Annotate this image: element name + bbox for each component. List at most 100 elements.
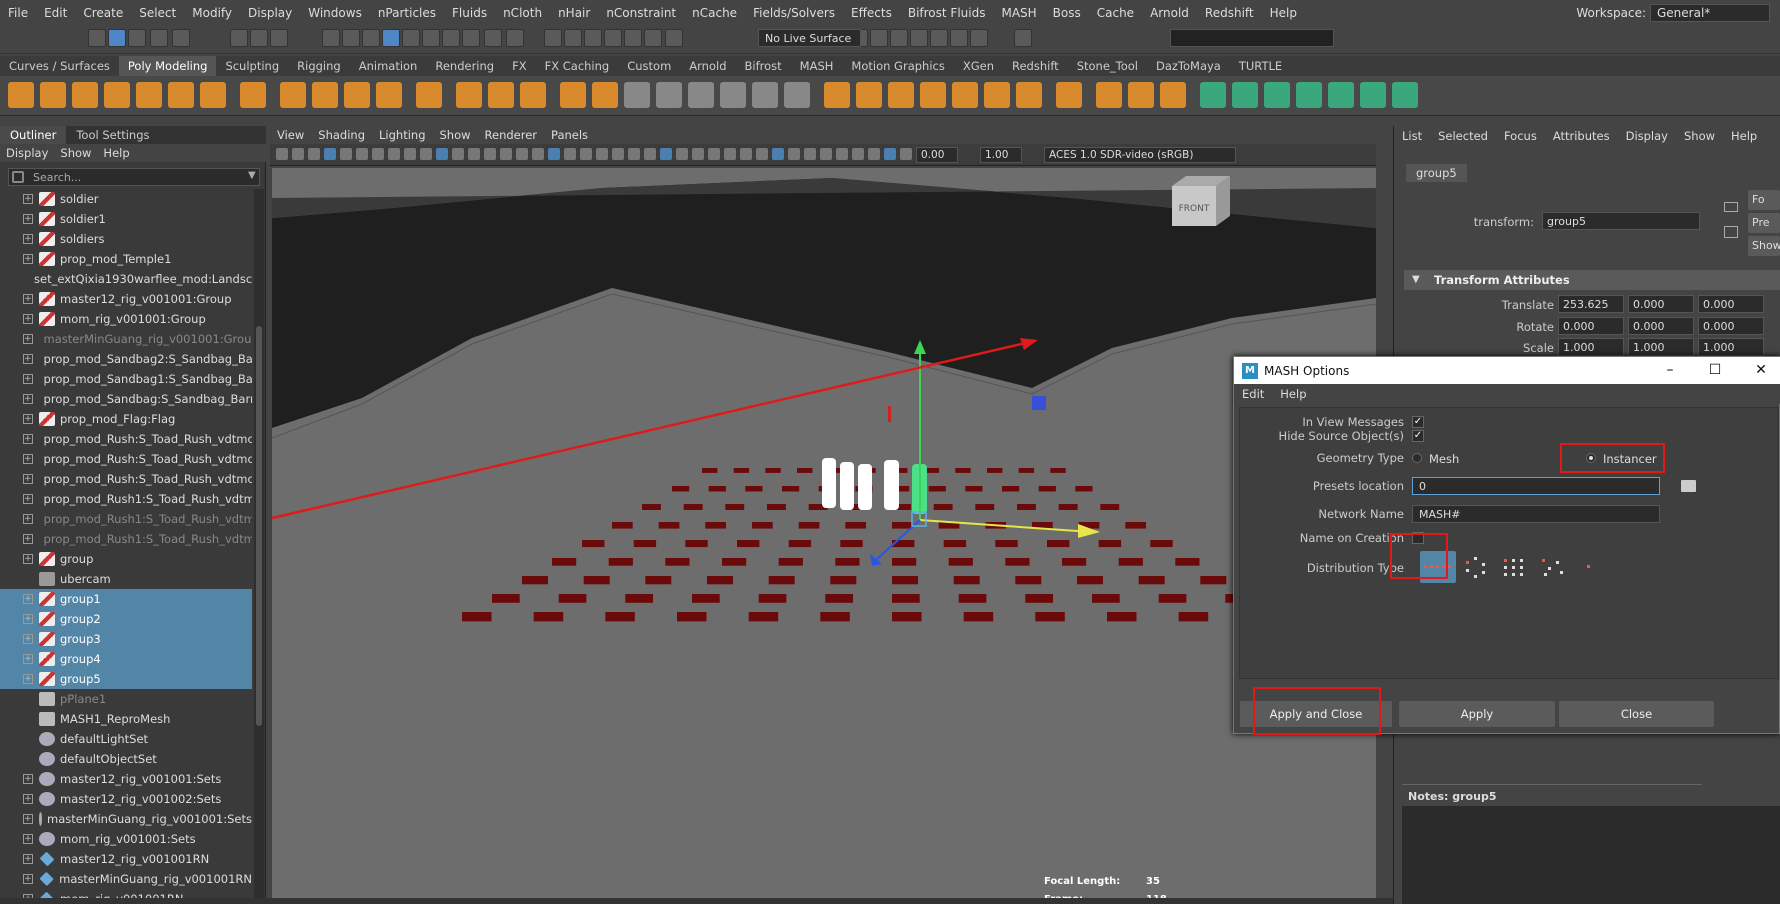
scale-y-field[interactable]: 1.000	[1628, 338, 1694, 356]
menu-nhair[interactable]: nHair	[550, 6, 598, 20]
shelf-tool-icon[interactable]	[520, 82, 546, 108]
viewport-tool-icon[interactable]	[612, 148, 624, 160]
expand-icon[interactable]: +	[23, 594, 33, 604]
status-tool-icon[interactable]	[402, 29, 420, 47]
status-tool-icon[interactable]	[322, 29, 340, 47]
status-tool-icon[interactable]	[644, 29, 662, 47]
shelf-tool-icon[interactable]	[1128, 82, 1154, 108]
outliner-item[interactable]: + group1	[0, 589, 252, 609]
viewport-tool-icon[interactable]	[516, 148, 528, 160]
status-tool-icon[interactable]	[544, 29, 562, 47]
distribution-grid-icon[interactable]	[1496, 551, 1532, 583]
viewport-tool-icon[interactable]	[580, 148, 592, 160]
status-tool-icon[interactable]	[970, 29, 988, 47]
ae-menu-show[interactable]: Show	[1676, 126, 1723, 146]
outliner-item[interactable]: pPlane1	[0, 689, 252, 709]
status-tool-icon[interactable]	[250, 29, 268, 47]
show-button[interactable]: Show	[1748, 236, 1780, 256]
menu-bifrost-fluids[interactable]: Bifrost Fluids	[900, 6, 994, 20]
tab-outliner[interactable]: Outliner	[0, 126, 67, 144]
viewport-tool-icon[interactable]	[740, 148, 752, 160]
viewport-tool-icon[interactable]	[596, 148, 608, 160]
shelf-tab-sculpting[interactable]: Sculpting	[216, 56, 288, 76]
outliner-menu-display[interactable]: Display	[0, 144, 54, 162]
outliner-item[interactable]: + group4	[0, 649, 252, 669]
shelf-tool-icon[interactable]	[136, 82, 162, 108]
outliner-item[interactable]: + master12_rig_v001001:Sets	[0, 769, 252, 789]
outliner-item[interactable]: + mom_rig_v001001:Sets	[0, 829, 252, 849]
shelf-tab-curves-surfaces[interactable]: Curves / Surfaces	[0, 56, 119, 76]
distribution-scatter-icon[interactable]	[1534, 551, 1570, 583]
outliner-item[interactable]: + prop_mod_Rush1:S_Toad_Rush_vdtmc	[0, 509, 252, 529]
viewport-tool-icon[interactable]	[676, 148, 688, 160]
expand-icon[interactable]: +	[23, 614, 33, 624]
outliner-item[interactable]: + soldiers	[0, 229, 252, 249]
apply-button[interactable]: Apply	[1399, 701, 1555, 727]
shelf-tab-custom[interactable]: Custom	[618, 56, 680, 76]
presets-location-input[interactable]: 0	[1412, 477, 1660, 495]
outliner-item[interactable]: + master12_rig_v001001:Group	[0, 289, 252, 309]
shelf-tool-icon[interactable]	[720, 82, 746, 108]
light-locator[interactable]	[1032, 396, 1046, 410]
menu-nparticles[interactable]: nParticles	[370, 6, 444, 20]
viewport-menu-view[interactable]: View	[270, 126, 311, 144]
shelf-tool-icon[interactable]	[920, 82, 946, 108]
outliner-item[interactable]: + prop_mod_Sandbag1:S_Sandbag_Barr	[0, 369, 252, 389]
status-tool-icon[interactable]	[128, 29, 146, 47]
shelf-tool-icon[interactable]	[344, 82, 370, 108]
viewport-tool-icon[interactable]	[756, 148, 768, 160]
outliner-item[interactable]: + prop_mod_Sandbag2:S_Sandbag_Barr	[0, 349, 252, 369]
transform-name-field[interactable]: group5	[1542, 212, 1700, 230]
node-tab-group5[interactable]: group5	[1406, 164, 1467, 182]
viewport-tool-icon[interactable]	[500, 148, 512, 160]
copy-tab-icon[interactable]	[1724, 226, 1738, 238]
menu-boss[interactable]: Boss	[1045, 6, 1089, 20]
expand-icon[interactable]: +	[23, 654, 33, 664]
menu-display[interactable]: Display	[240, 6, 300, 20]
expand-icon[interactable]: +	[23, 834, 33, 844]
shelf-tool-icon[interactable]	[1328, 82, 1354, 108]
shelf-tool-icon[interactable]	[1096, 82, 1122, 108]
maximize-icon[interactable]: ☐	[1706, 361, 1724, 379]
transform-attributes-section[interactable]: Transform Attributes	[1404, 270, 1780, 290]
shelf-tool-icon[interactable]	[1160, 82, 1186, 108]
viewport-tool-icon[interactable]	[532, 148, 544, 160]
close-icon[interactable]: ✕	[1752, 361, 1770, 379]
viewport-tool-icon[interactable]	[404, 148, 416, 160]
shelf-tool-icon[interactable]	[416, 82, 442, 108]
expand-icon[interactable]: +	[23, 414, 33, 424]
shelf-tool-icon[interactable]	[240, 82, 266, 108]
menu-windows[interactable]: Windows	[300, 6, 370, 20]
viewport-tool-icon[interactable]	[340, 148, 352, 160]
outliner-item[interactable]: ubercam	[0, 569, 252, 589]
expand-icon[interactable]: +	[23, 674, 33, 684]
status-tool-icon[interactable]	[910, 29, 928, 47]
expand-icon[interactable]: +	[23, 534, 33, 544]
folder-icon[interactable]	[1681, 480, 1696, 492]
geometry-mesh-radio[interactable]	[1412, 453, 1422, 463]
viewport-menu-renderer[interactable]: Renderer	[478, 126, 545, 144]
translate-z-field[interactable]: 0.000	[1698, 295, 1764, 313]
shelf-tab-poly-modeling[interactable]: Poly Modeling	[118, 56, 217, 76]
viewport-menu-shading[interactable]: Shading	[311, 126, 372, 144]
ae-menu-selected[interactable]: Selected	[1430, 126, 1496, 146]
expand-icon[interactable]: +	[23, 214, 33, 224]
viewport-menu-panels[interactable]: Panels	[544, 126, 595, 144]
viewport-tool-icon[interactable]	[356, 148, 368, 160]
shelf-tab-daztomaya[interactable]: DazToMaya	[1147, 56, 1230, 76]
expand-icon[interactable]: +	[23, 774, 33, 784]
dialog-menu-help[interactable]: Help	[1272, 384, 1314, 404]
viewport-tool-icon[interactable]	[420, 148, 432, 160]
status-tool-icon[interactable]	[382, 29, 400, 47]
status-tool-icon[interactable]	[150, 29, 168, 47]
shelf-tool-icon[interactable]	[1056, 82, 1082, 108]
status-tool-icon[interactable]	[665, 29, 683, 47]
status-tool-icon[interactable]	[1014, 29, 1032, 47]
status-tool-icon[interactable]	[270, 29, 288, 47]
shelf-tool-icon[interactable]	[856, 82, 882, 108]
shelf-tool-icon[interactable]	[72, 82, 98, 108]
outliner-item[interactable]: defaultObjectSet	[0, 749, 252, 769]
menu-modify[interactable]: Modify	[184, 6, 240, 20]
expand-icon[interactable]: +	[23, 634, 33, 644]
viewport-tool-icon[interactable]	[884, 148, 896, 160]
